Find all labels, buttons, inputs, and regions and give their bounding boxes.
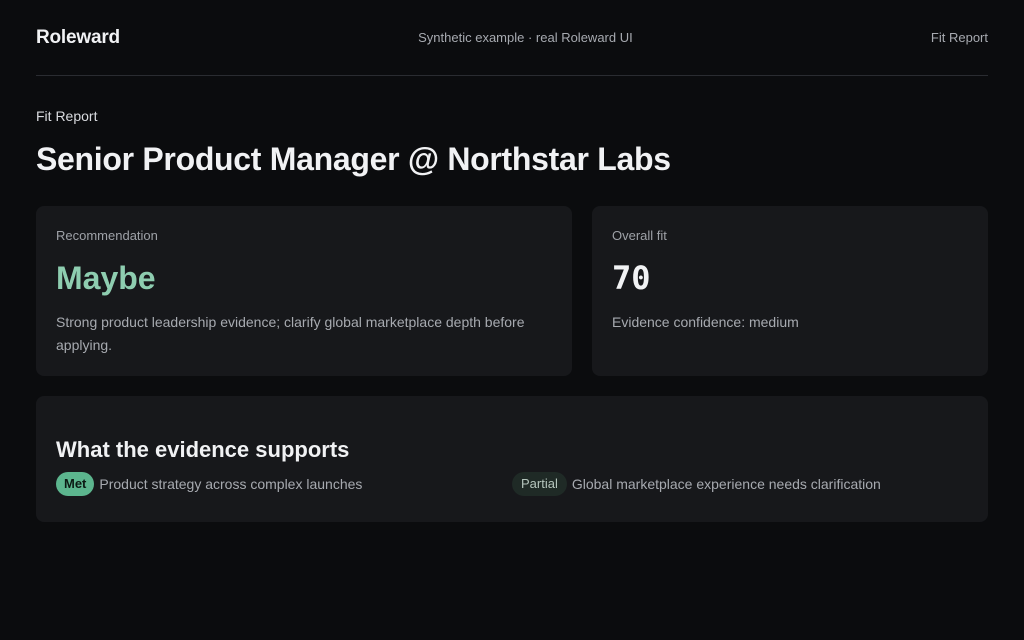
recommendation-label: Recommendation [56, 228, 158, 243]
fit-report-page: Roleward Synthetic example · real Rolewa… [0, 0, 1024, 640]
evidence-item-text: Global marketplace experience needs clar… [571, 476, 881, 492]
evidence-item: Partial Global marketplace experience ne… [512, 472, 968, 496]
evidence-list: Met Product strategy across complex laun… [56, 472, 968, 496]
summary-cards: Recommendation Maybe Strong product lead… [36, 206, 988, 376]
nav-fit-report-link[interactable]: Fit Report [931, 30, 988, 45]
recommendation-description: Strong product leadership evidence; clar… [56, 314, 525, 353]
evidence-card: What the evidence supports Met Product s… [36, 396, 988, 522]
status-badge-partial: Partial [512, 472, 567, 496]
overall-fit-score: 70 [612, 259, 651, 297]
evidence-confidence: Evidence confidence: medium [612, 314, 799, 330]
header-tagline: Synthetic example · real Roleward UI [418, 30, 633, 45]
evidence-item-text: Product strategy across complex launches [99, 476, 363, 492]
page-eyebrow: Fit Report [36, 108, 98, 124]
recommendation-value: Maybe [56, 260, 156, 296]
evidence-title: What the evidence supports [56, 437, 350, 462]
recommendation-card: Recommendation Maybe Strong product lead… [36, 206, 572, 376]
page-title: Senior Product Manager @ Northstar Labs [36, 141, 671, 177]
overall-fit-label: Overall fit [612, 228, 667, 243]
status-badge-met: Met [56, 472, 95, 496]
overall-fit-card: Overall fit 70 Evidence confidence: medi… [592, 206, 988, 376]
top-bar: Roleward Synthetic example · real Rolewa… [36, 0, 988, 76]
brand-logo[interactable]: Roleward [36, 27, 120, 49]
evidence-item: Met Product strategy across complex laun… [56, 472, 512, 496]
